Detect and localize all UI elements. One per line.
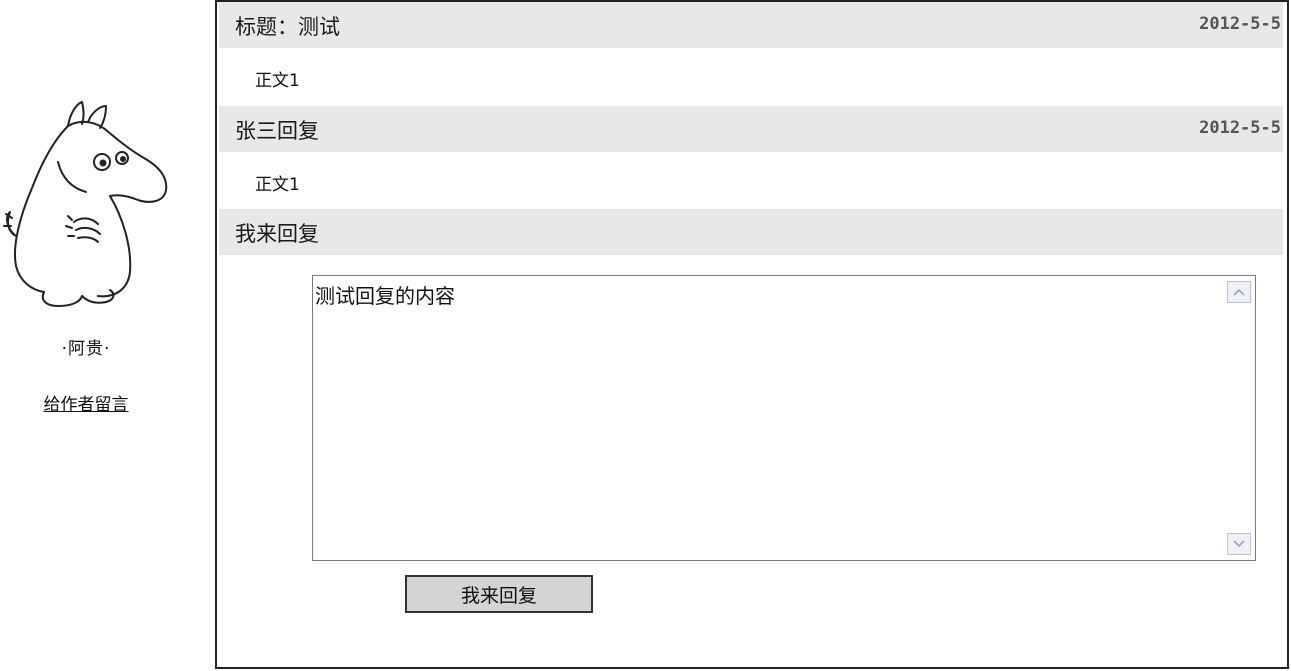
reply-textarea[interactable] <box>315 280 1225 556</box>
message-author-link[interactable]: 给作者留言 <box>0 390 172 415</box>
scroll-up-button[interactable] <box>1227 281 1251 303</box>
reply-form-title: 我来回复 <box>235 222 319 246</box>
reply-form-header: 我来回复 <box>219 209 1283 255</box>
author-name: ·阿贵· <box>61 339 111 359</box>
submit-reply-button[interactable]: 我来回复 <box>405 575 593 613</box>
post-title: 标题：测试 <box>235 15 340 39</box>
post-header: 标题：测试 2012-5-5 <box>219 2 1283 48</box>
reply-title: 张三回复 <box>235 119 319 143</box>
reply-textarea-box <box>312 275 1256 561</box>
reply-date: 2012-5-5 <box>1199 118 1281 138</box>
post-date: 2012-5-5 <box>1199 14 1281 34</box>
chevron-down-icon <box>1233 540 1245 548</box>
thread-panel: 标题：测试 2012-5-5 正文1 张三回复 2012-5-5 正文1 我来回… <box>215 0 1289 669</box>
post-body: 正文1 <box>255 71 300 91</box>
page: ·阿贵· 给作者留言 标题：测试 2012-5-5 正文1 张三回复 2012-… <box>0 0 1291 671</box>
reply-body: 正文1 <box>255 175 300 195</box>
moomin-avatar-icon <box>3 101 168 307</box>
author-sidebar: ·阿贵· 给作者留言 <box>0 0 200 671</box>
chevron-up-icon <box>1233 288 1245 296</box>
reply-header: 张三回复 2012-5-5 <box>219 106 1283 152</box>
scroll-down-button[interactable] <box>1227 533 1251 555</box>
